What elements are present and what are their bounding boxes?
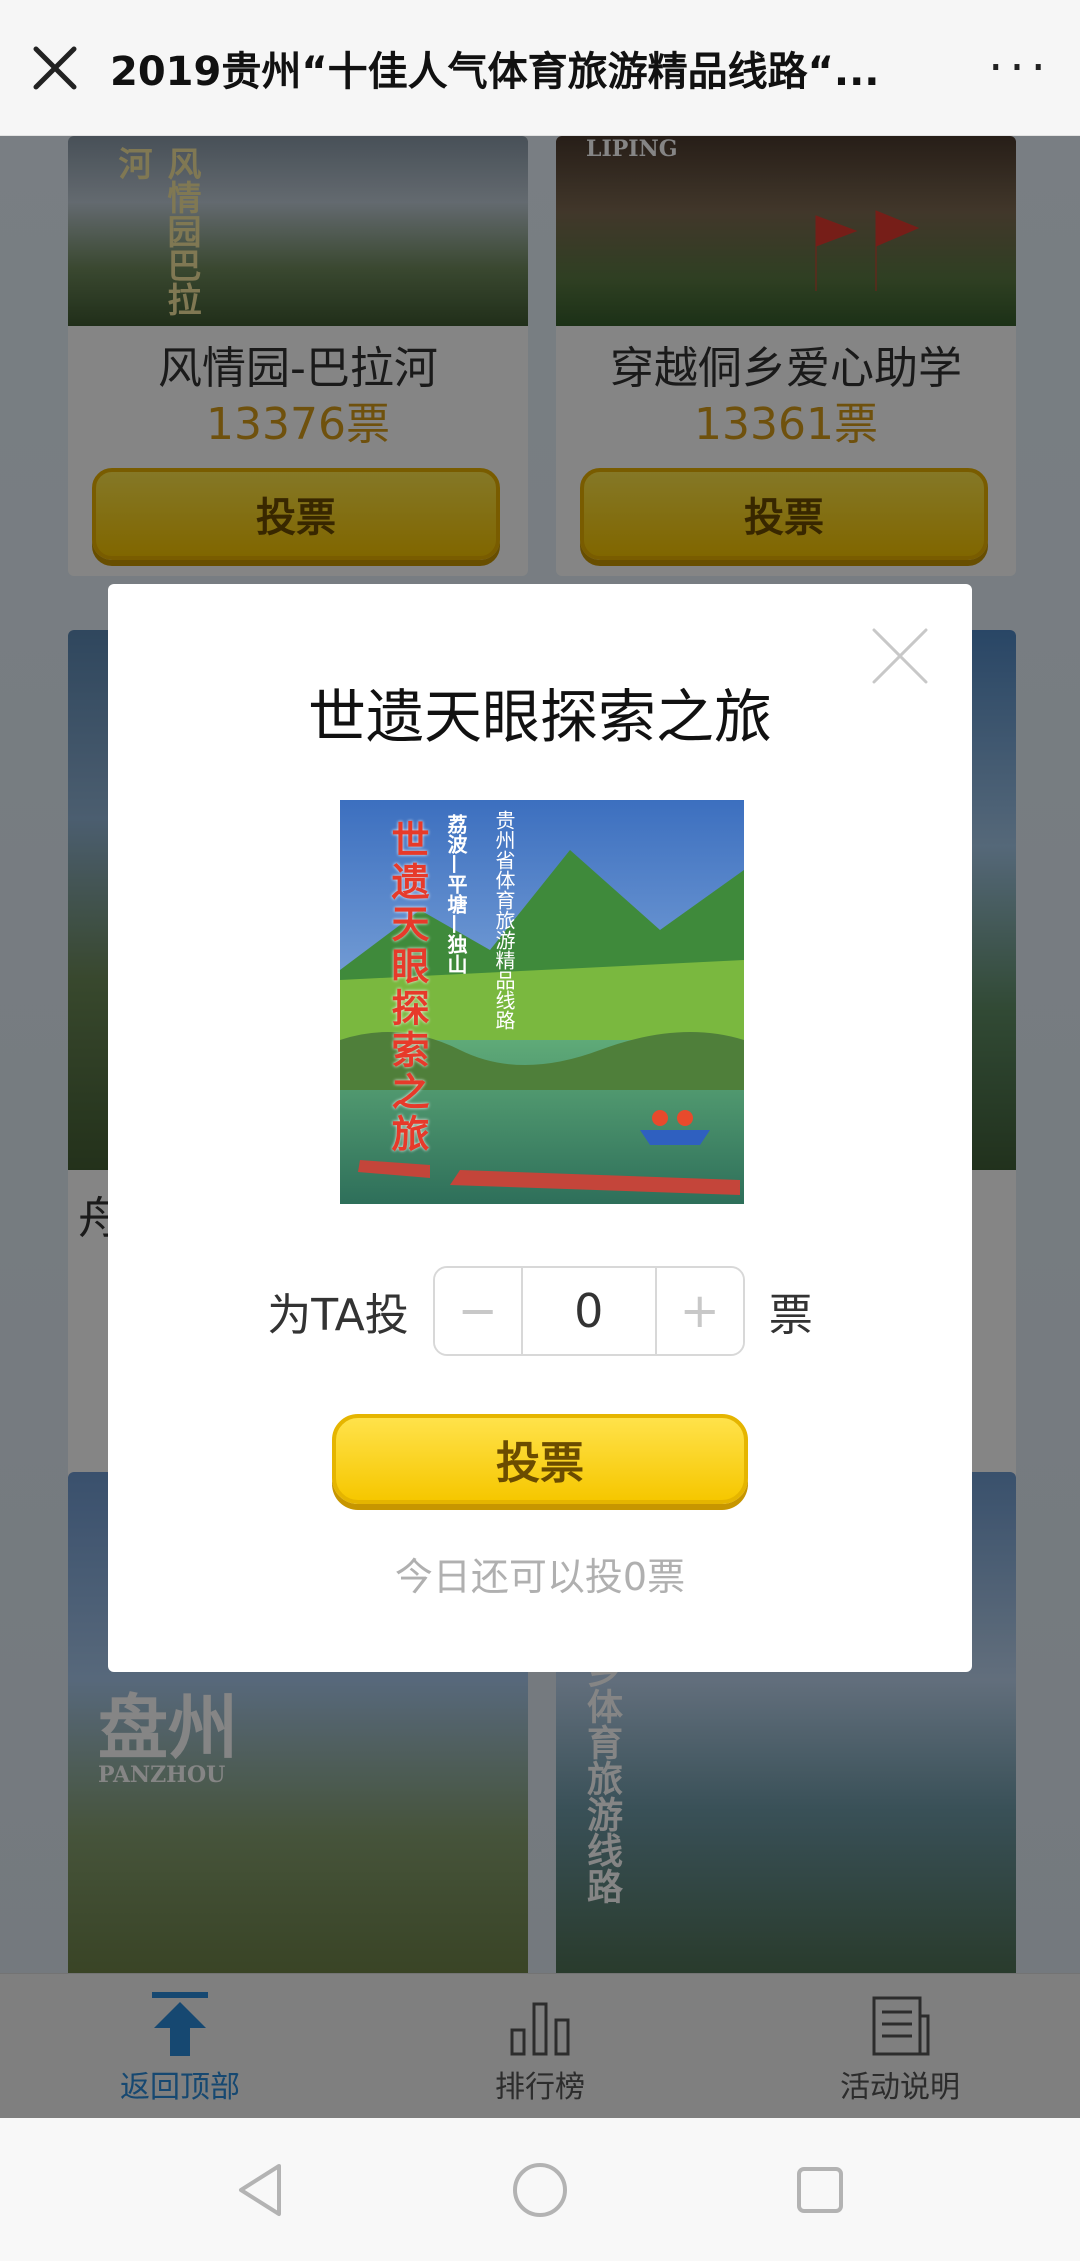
more-options-icon[interactable]: ··· bbox=[960, 0, 1080, 136]
back-triangle-icon[interactable] bbox=[215, 2145, 305, 2235]
vote-quantity-row: 为TA投 − 0 + 票 bbox=[108, 1266, 972, 1356]
route-poster-image: 世遗天眼探索之旅 贵州省体育旅游精品线路 荔波—平塘—独山 bbox=[340, 800, 744, 1204]
poster-title-text: 世遗天眼探索之旅 bbox=[385, 820, 430, 1156]
top-bar: 2019贵州“十佳人气体育旅游精品线路“... ··· bbox=[0, 0, 1080, 136]
dialog-title: 世遗天眼探索之旅 bbox=[307, 683, 772, 751]
decrement-button[interactable]: − bbox=[434, 1268, 521, 1354]
quantity-input[interactable]: 0 bbox=[520, 1268, 657, 1354]
vote-for-label: 为TA投 bbox=[267, 1290, 409, 1341]
home-circle-icon[interactable] bbox=[495, 2145, 585, 2235]
poster-subtitle-text: 贵州省体育旅游精品线路 bbox=[492, 810, 516, 1030]
submit-vote-button[interactable]: 投票 bbox=[332, 1414, 748, 1504]
increment-button[interactable]: + bbox=[656, 1268, 743, 1354]
poster-tag-text: 荔波—平塘—独山 bbox=[444, 814, 468, 974]
recents-square-icon[interactable] bbox=[775, 2145, 865, 2235]
remaining-votes-text: 今日还可以投0票 bbox=[394, 1555, 686, 1599]
vote-dialog: 世遗天眼探索之旅 世遗天眼探索之旅 贵州省体育旅游精品线路 荔波—平塘—独山 为… bbox=[108, 584, 972, 1672]
close-icon[interactable] bbox=[0, 0, 110, 136]
page-title: 2019贵州“十佳人气体育旅游精品线路“... bbox=[110, 48, 880, 95]
vote-unit-label: 票 bbox=[768, 1290, 813, 1341]
quantity-stepper: − 0 + bbox=[432, 1266, 745, 1356]
system-nav-bar bbox=[0, 2118, 1080, 2261]
